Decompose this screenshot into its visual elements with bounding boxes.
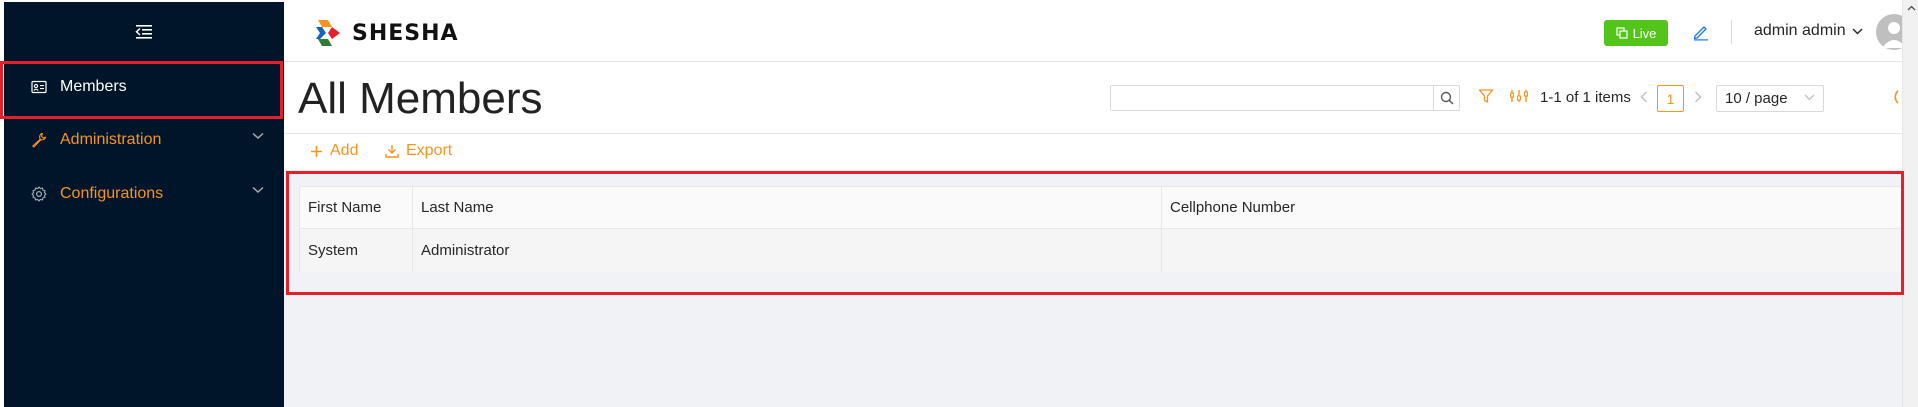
column-header-last-name[interactable]: Last Name xyxy=(413,187,1162,228)
cell-last-name: Administrator xyxy=(413,229,1162,272)
sidebar-item-administration[interactable]: Administration xyxy=(4,115,284,165)
pagination-prev-button[interactable] xyxy=(1640,90,1648,108)
copy-icon xyxy=(1615,27,1628,39)
column-header-cellphone-number[interactable]: Cellphone Number xyxy=(1162,187,1903,228)
page-title: All Members xyxy=(298,74,543,123)
sidebar-item-label: Configurations xyxy=(60,185,164,202)
reload-icon xyxy=(1894,90,1899,104)
sidebar-item-members[interactable]: Members xyxy=(4,62,284,112)
edit-icon xyxy=(1693,26,1708,41)
chevron-down-icon xyxy=(1852,28,1863,34)
sidebar-item-label: Administration xyxy=(60,131,162,148)
sidebar-item-label: Members xyxy=(60,78,127,95)
scroll-up-arrow[interactable] xyxy=(1903,0,1918,16)
page-header: All Members 1-1 of 1 items 1 10 / page xyxy=(284,62,1902,134)
members-table: First Name Last Name Cellphone Number Sy… xyxy=(299,186,1903,272)
pagination-next-button[interactable] xyxy=(1694,90,1702,108)
pagination-total: 1-1 of 1 items xyxy=(1540,89,1631,106)
cell-cellphone-number xyxy=(1162,229,1903,272)
pagination-page-current[interactable]: 1 xyxy=(1657,85,1684,112)
search-input[interactable] xyxy=(1111,86,1433,110)
chevron-down-icon xyxy=(1804,94,1815,101)
search-box[interactable] xyxy=(1110,85,1460,111)
filter-button[interactable] xyxy=(1478,88,1494,109)
menu-fold-icon xyxy=(135,25,152,39)
refresh-button[interactable] xyxy=(1886,87,1900,112)
chevron-right-icon xyxy=(1695,91,1702,103)
add-label: Add xyxy=(330,142,359,159)
vertical-scrollbar[interactable] xyxy=(1902,0,1918,407)
column-settings-button[interactable] xyxy=(1509,88,1529,109)
tool-icon xyxy=(30,131,48,149)
table-toolbar: Add Export xyxy=(284,134,1902,170)
add-button[interactable]: Add xyxy=(310,142,358,160)
sidebar: Members Administration Configurations xyxy=(4,2,284,407)
cell-first-name: System xyxy=(300,229,413,272)
sidebar-item-configurations[interactable]: Configurations xyxy=(4,169,284,219)
chevron-left-icon xyxy=(1640,91,1647,103)
brand-logo[interactable]: SHESHA xyxy=(314,18,459,48)
export-label: Export xyxy=(406,142,453,159)
edit-mode-button[interactable] xyxy=(1689,20,1713,44)
app-root: Members Administration Configurations SH… xyxy=(0,0,1918,407)
user-name: admin admin xyxy=(1754,22,1846,39)
brand-name: SHESHA xyxy=(352,20,459,46)
top-header: SHESHA Live admin admin xyxy=(284,0,1912,62)
filter-icon xyxy=(1478,89,1494,103)
export-button[interactable]: Export xyxy=(385,142,452,160)
sidebar-toggle-button[interactable] xyxy=(4,2,284,62)
column-header-first-name[interactable]: First Name xyxy=(300,187,413,228)
idcard-icon xyxy=(30,78,48,96)
user-menu[interactable]: admin admin xyxy=(1754,22,1863,40)
chevron-down-icon xyxy=(252,132,264,140)
page-size-select[interactable]: 10 / page xyxy=(1716,85,1824,112)
plus-icon xyxy=(311,145,322,157)
content-area: First Name Last Name Cellphone Number Sy… xyxy=(284,170,1903,407)
page-size-value: 10 / page xyxy=(1725,90,1788,107)
columns-icon xyxy=(1509,90,1529,102)
shesha-logo-icon xyxy=(316,20,340,46)
live-label: Live xyxy=(1632,25,1657,41)
setting-icon xyxy=(30,185,48,203)
table-row[interactable]: System Administrator xyxy=(300,229,1903,272)
table-header-row: First Name Last Name Cellphone Number xyxy=(300,187,1903,229)
chevron-down-icon xyxy=(252,186,264,194)
download-icon xyxy=(385,145,399,158)
search-icon xyxy=(1440,91,1454,105)
caret-up-icon xyxy=(1907,5,1915,11)
search-button[interactable] xyxy=(1433,86,1459,110)
header-divider xyxy=(1731,20,1732,44)
live-button[interactable]: Live xyxy=(1604,20,1668,46)
